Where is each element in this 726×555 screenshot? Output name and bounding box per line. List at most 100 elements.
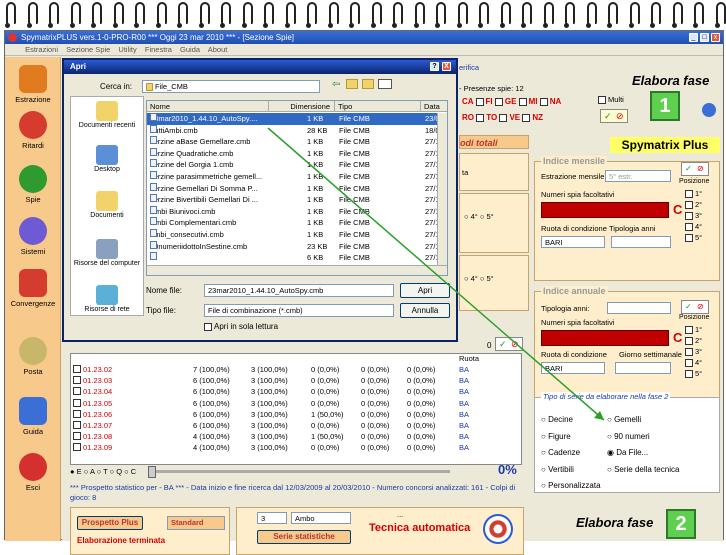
file-row[interactable]: Ambi Complementari.cmb 1 KB File CMB 27/12	[147, 217, 447, 229]
estrazione-mensile-select[interactable]: 5° estr.	[605, 170, 671, 182]
row-checkbox[interactable]	[73, 365, 81, 373]
row-checkbox[interactable]	[73, 432, 81, 441]
radio-vertibili[interactable]: ○ Vertibili	[541, 462, 601, 479]
table-row[interactable]: 01.23.05 6 (100,0%) 3 (100,0%) 0 (0,0%) 0 (0…	[71, 398, 521, 409]
look-in-select[interactable]: File_CMB	[142, 80, 320, 93]
checkbox[interactable]	[494, 97, 503, 106]
progress-handle[interactable]	[148, 466, 156, 478]
file-row[interactable]: Ambi Biunivoci.cmb 1 KB File CMB 27/12	[147, 205, 447, 218]
pos-checkbox[interactable]	[685, 201, 693, 210]
menu-about[interactable]: About	[208, 45, 228, 54]
file-row[interactable]: Terzine Gemellari Di Somma P... 1 KB File …	[147, 182, 447, 195]
sidebar-item-posta[interactable]: Posta	[5, 337, 61, 376]
radio-90-numeri[interactable]: ○ 90 numeri	[607, 429, 679, 446]
checkbox[interactable]	[476, 113, 485, 122]
file-row[interactable]: Terzine Bivertibili Gemellari Di ... 1 KB…	[147, 194, 447, 206]
up-folder-icon[interactable]	[346, 79, 358, 89]
view-menu-icon[interactable]	[378, 79, 392, 89]
row-checkbox[interactable]	[73, 443, 81, 452]
horizontal-scrollbar[interactable]	[147, 265, 447, 275]
menu-utility[interactable]: Utility	[118, 45, 136, 54]
radio-4th[interactable]: ○ 4° ○ 5°	[464, 212, 494, 221]
vertical-scrollbar[interactable]	[437, 113, 447, 265]
radio-cadenze[interactable]: ○ Cadenze	[541, 445, 601, 462]
menu-finestra[interactable]: Finestra	[145, 45, 172, 54]
file-row[interactable]: Terzine Quadratiche.cmb 1 KB File CMB 27/12	[147, 147, 447, 160]
pos-checkbox[interactable]	[685, 337, 693, 346]
open-button[interactable]: Apri	[400, 283, 450, 298]
file-type-select[interactable]: File di combinazione (*.cmb)	[204, 304, 394, 317]
radio-serie-tecnica[interactable]: ○ Serie della tecnica	[607, 462, 679, 479]
place-recent[interactable]: Documenti recenti	[71, 101, 143, 129]
place-desktop[interactable]: Desktop	[71, 145, 143, 173]
row-checkbox[interactable]	[73, 409, 81, 418]
file-row[interactable]: TuttiAmbi.cmb 28 KB File CMB 18/01	[147, 124, 447, 137]
ruota-annuale-select[interactable]: BARI	[541, 362, 605, 374]
sidebar-item-convergenze[interactable]: Convergenze	[5, 269, 61, 308]
file-row[interactable]: 23mar2010_1.44.10_AutoSpy.... 1 KB File CM…	[147, 113, 447, 125]
file-row[interactable]: ...6 KBFile CMB27/12	[147, 252, 447, 264]
pos-checkbox[interactable]	[685, 359, 693, 368]
pos-checkbox[interactable]	[685, 234, 693, 243]
sidebar-item-estrazione[interactable]: Estrazione	[5, 65, 61, 104]
pos-checkbox[interactable]	[685, 370, 693, 379]
sidebar-item-ritardi[interactable]: Ritardi	[5, 111, 61, 150]
tipologia-anni-select[interactable]	[607, 302, 671, 314]
menu-guida[interactable]: Guida	[180, 45, 200, 54]
prospetto-plus-button[interactable]: Prospetto Plus	[77, 516, 143, 530]
radio-figure[interactable]: ○ Figure	[541, 429, 601, 446]
checkbox[interactable]	[539, 97, 548, 106]
check-cancel-pair[interactable]: ✓ ⊘	[600, 109, 628, 123]
table-row[interactable]: 01.23.07 6 (100,0%) 3 (100,0%) 0 (0,0%) 0 (0…	[71, 420, 521, 431]
serie-statistiche-button[interactable]: Serie statistiche	[257, 530, 351, 544]
file-row[interactable]: Terzine parasimmetriche gemell... 1 KB Fil…	[147, 171, 447, 183]
pos-checkbox[interactable]	[685, 190, 693, 199]
table-row[interactable]: 01.23.02 7 (100,0%) 3 (100,0%) 0 (0,0%) 0 (0…	[71, 364, 521, 375]
numeri-spia-input[interactable]	[541, 202, 669, 218]
close-button[interactable]: x	[711, 33, 720, 42]
file-row[interactable]: ambi_consecutivi.cmb 1 KB File CMB 27/12	[147, 229, 447, 241]
ambo-select[interactable]: Ambo	[291, 512, 351, 524]
multi-checkbox[interactable]	[598, 96, 606, 105]
place-documents[interactable]: Documenti	[71, 191, 143, 219]
sidebar-item-spie[interactable]: Spie	[5, 165, 61, 204]
pos-checkbox[interactable]	[685, 348, 693, 357]
table-row[interactable]: 01.23.06 6 (100,0%) 3 (100,0%) 1 (50,0%) 0 (…	[71, 409, 521, 420]
row-checkbox[interactable]	[73, 421, 81, 429]
checkbox[interactable]	[475, 97, 484, 106]
radio-da-file[interactable]: ◉ Da File...	[607, 445, 679, 462]
maximize-button[interactable]: □	[700, 33, 709, 42]
table-row[interactable]: 01.23.03 6 (100,0%) 3 (100,0%) 0 (0,0%) 0 (0…	[71, 375, 521, 386]
menu-sezione-spie[interactable]: Sezione Spie	[66, 45, 110, 54]
dialog-close-button[interactable]: X	[442, 62, 451, 71]
sidebar-item-guida[interactable]: Guida	[5, 397, 61, 436]
radio-personalizzata[interactable]: ○ Personalizzata	[541, 478, 601, 495]
checkbox[interactable]	[204, 322, 212, 331]
column-name[interactable]: Nome	[147, 101, 269, 112]
radio-decine[interactable]: ○ Decine	[541, 412, 601, 429]
sidebar-item-esci[interactable]: Esci	[5, 453, 61, 492]
row-checkbox[interactable]	[73, 387, 81, 396]
column-size[interactable]: Dimensione	[269, 101, 335, 112]
pos-checkbox[interactable]	[685, 223, 693, 232]
count-select[interactable]: 3	[257, 512, 287, 524]
place-computer[interactable]: Risorse del computer	[71, 239, 143, 267]
check-cancel-pair-4[interactable]: ✓ ⊘	[681, 300, 709, 314]
file-row[interactable]: 90numeriidottoInSestine.cmb 23 KB File CMB…	[147, 240, 447, 253]
row-checkbox[interactable]	[73, 376, 81, 385]
place-network[interactable]: Risorse di rete	[71, 285, 143, 313]
radio-4th-b[interactable]: ○ 4° ○ 5°	[464, 274, 494, 283]
tipologia-select[interactable]	[611, 236, 671, 248]
checkbox[interactable]	[522, 113, 531, 122]
table-row[interactable]: 01.23.08 4 (100,0%) 3 (100,0%) 1 (50,0%) 0 (…	[71, 431, 521, 442]
row-checkbox[interactable]	[73, 398, 81, 407]
file-name-input[interactable]: 23mar2010_1.44.10_AutoSpy.cmb	[204, 284, 394, 297]
giorno-select[interactable]	[615, 362, 671, 374]
file-row[interactable]: Terzine aBase Gemellare.cmb 1 KB File CMB 2…	[147, 136, 447, 148]
checkbox[interactable]	[518, 97, 527, 106]
radio-group[interactable]: ● E ○ A ○ T ○ Q ○ C	[70, 467, 136, 476]
back-icon[interactable]: ⇦	[332, 79, 340, 90]
sidebar-item-sistemi[interactable]: Sistemi	[5, 217, 61, 256]
menu-estrazioni[interactable]: Estrazioni	[25, 45, 58, 54]
check-cancel-pair-2[interactable]: ✓ ⊘	[495, 337, 523, 351]
